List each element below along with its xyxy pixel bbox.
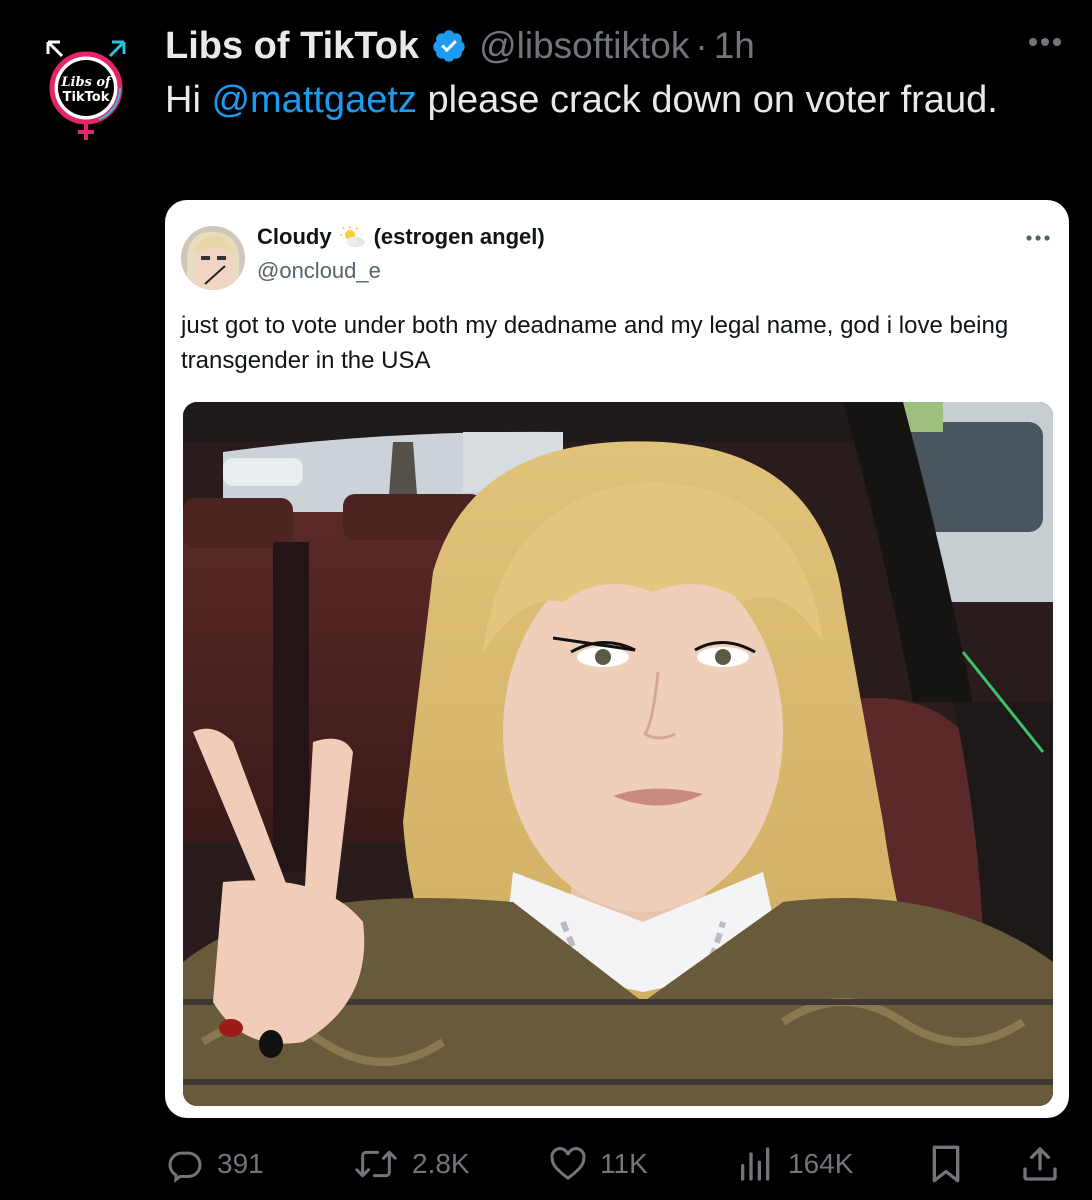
quoted-display-name-suffix: (estrogen angel) xyxy=(373,224,545,249)
avatar-text-line1: Libs of xyxy=(60,75,113,90)
tweet-text-suffix: please crack down on voter fraud. xyxy=(416,79,998,121)
share-icon xyxy=(1023,1147,1057,1181)
tweet-actions: 391 2.8K 11K 164K xyxy=(0,1138,1092,1190)
reply-icon xyxy=(168,1151,202,1184)
like-button[interactable]: 11K xyxy=(548,1138,648,1190)
tweet-text-prefix: Hi xyxy=(165,79,212,121)
mention-link[interactable]: @mattgaetz xyxy=(211,79,416,121)
sun-behind-cloud-icon xyxy=(339,226,365,247)
reply-count: 391 xyxy=(217,1148,264,1179)
repost-count: 2.8K xyxy=(412,1148,470,1179)
tweet-text: Hi @mattgaetz please crack down on voter… xyxy=(165,74,1045,127)
verified-badge-icon[interactable] xyxy=(431,28,467,64)
more-options-icon[interactable] xyxy=(1028,36,1062,48)
views-button[interactable]: 164K xyxy=(736,1138,853,1190)
repost-button[interactable]: 2.8K xyxy=(352,1138,470,1190)
heart-icon xyxy=(550,1147,586,1181)
like-count: 11K xyxy=(600,1148,648,1179)
share-button[interactable] xyxy=(1020,1138,1060,1190)
author-avatar-logo: Libs of TikTok xyxy=(46,40,126,140)
reply-button[interactable]: 391 xyxy=(165,1138,264,1190)
quoted-tweet-text: just got to vote under both my deadname … xyxy=(181,312,1009,374)
quoted-author-avatar[interactable] xyxy=(181,226,245,290)
quoted-handle[interactable]: @oncloud_e xyxy=(257,258,381,284)
repost-icon xyxy=(355,1150,397,1178)
avatar-text-line2: TikTok xyxy=(63,90,110,105)
author-display-name[interactable]: Libs of TikTok xyxy=(165,25,419,68)
views-chart-icon xyxy=(741,1147,770,1181)
bookmark-icon xyxy=(932,1145,960,1183)
quoted-display-name[interactable]: Cloudy xyxy=(257,224,332,250)
quoted-tweet-photo[interactable] xyxy=(183,402,1053,1106)
bookmark-button[interactable] xyxy=(928,1138,964,1190)
quoted-name-row: Cloudy (estrogen angel) xyxy=(257,224,545,250)
quoted-more-options-icon[interactable] xyxy=(1025,234,1051,242)
tweet-timestamp[interactable]: 1h xyxy=(714,25,755,67)
quoted-avatar-image xyxy=(181,226,245,290)
author-avatar[interactable]: Libs of TikTok xyxy=(40,40,132,140)
selfie-in-car-image xyxy=(183,402,1053,1106)
author-handle[interactable]: @libsoftiktok xyxy=(479,25,689,67)
quoted-tweet-card[interactable]: Cloudy (estrogen angel) @oncloud_e just … xyxy=(165,200,1069,1118)
tweet-header: Libs of TikTok @libsoftiktok · 1h xyxy=(165,18,755,74)
tweet[interactable]: Libs of TikTok Libs of TikTok @libsoftik… xyxy=(0,0,1092,1200)
views-count: 164K xyxy=(788,1148,854,1179)
header-separator: · xyxy=(695,25,708,66)
